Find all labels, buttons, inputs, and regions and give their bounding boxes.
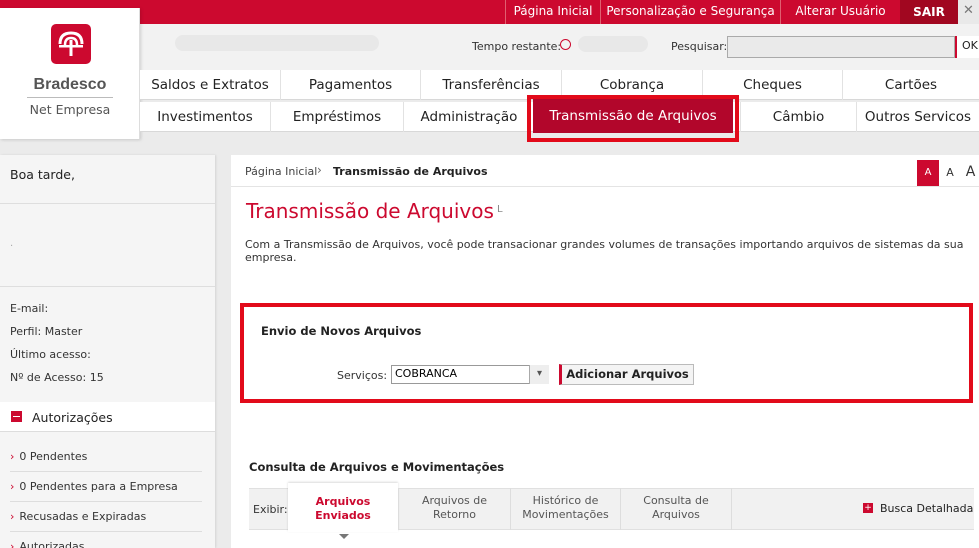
search-label: Pesquisar:: [671, 40, 728, 53]
auth-item-label: Recusadas e Expiradas: [19, 510, 147, 523]
chevron-right-icon: ›: [10, 540, 15, 548]
breadcrumb-home-link[interactable]: Página Inicial: [245, 165, 317, 178]
collapse-icon[interactable]: [11, 411, 22, 422]
consulta-title: Consulta de Arquivos e Movimentações: [249, 460, 505, 474]
font-size-medium-button[interactable]: A: [941, 160, 959, 186]
tab-label-line1: Histórico de: [532, 494, 599, 507]
font-size-large-button[interactable]: A: [962, 158, 979, 184]
sidebar-divider: [0, 286, 215, 287]
services-label: Serviços:: [337, 369, 388, 382]
chevron-down-icon[interactable]: ▾: [529, 365, 549, 384]
nav-saldos[interactable]: Saldos e Extratos: [140, 70, 280, 100]
services-select[interactable]: COBRANCA: [391, 365, 549, 384]
logo-name: Bradesco: [33, 76, 107, 93]
chevron-right-icon: ›: [10, 450, 15, 463]
info-ultimo-acesso: Último acesso:: [10, 348, 91, 361]
chevron-right-icon: ›: [10, 480, 15, 493]
auth-item-recusadas[interactable]: › Recusadas e Expiradas: [10, 502, 202, 532]
nav-highlight-box: [527, 95, 739, 142]
auth-item-autorizadas[interactable]: › Autorizadas: [10, 532, 202, 548]
auth-item-pendentes[interactable]: › 0 Pendentes: [10, 442, 202, 472]
blurred-company-field: [175, 35, 379, 51]
search-ok-button[interactable]: OK: [955, 36, 979, 58]
nav-investimentos[interactable]: Investimentos: [140, 102, 270, 132]
envio-title: Envio de Novos Arquivos: [261, 324, 422, 338]
personalization-link[interactable]: Personalização e Segurança: [600, 0, 780, 24]
greeting: Boa tarde,: [10, 167, 75, 182]
font-size-small-button[interactable]: A: [917, 160, 939, 186]
chevron-right-icon: ›: [10, 510, 15, 523]
page-title: Transmissão de Arquivos: [246, 199, 494, 223]
tab-label-line1: Arquivos: [315, 495, 371, 508]
page-description: Com a Transmissão de Arquivos, você pode…: [245, 238, 964, 264]
caret-down-icon: [339, 534, 349, 539]
busca-detalhada-link[interactable]: Busca Detalhada: [880, 502, 973, 515]
tab-consulta-arquivos[interactable]: Consulta de Arquivos: [620, 488, 732, 530]
authorizations-label[interactable]: Autorizações: [32, 410, 113, 425]
change-user-link[interactable]: Alterar Usuário: [780, 0, 900, 24]
tab-label-line1: Arquivos de: [421, 494, 488, 507]
nav-outros-servicos[interactable]: Outros Servicos: [856, 102, 979, 132]
logo-subtitle: Net Empresa: [29, 102, 111, 117]
search-input[interactable]: [727, 36, 955, 58]
nav-cambio[interactable]: Câmbio: [740, 102, 856, 132]
nav-administracao[interactable]: Administração: [403, 102, 534, 132]
plus-icon[interactable]: +: [863, 503, 873, 513]
add-files-button[interactable]: Adicionar Arquivos: [559, 364, 694, 385]
nav-pagamentos[interactable]: Pagamentos: [280, 70, 420, 100]
title-mark: L: [497, 204, 503, 215]
page: Página Inicial Personalização e Seguranç…: [0, 0, 979, 548]
logout-button[interactable]: SAIR: [900, 0, 958, 24]
bradesco-logo-icon: [51, 24, 91, 64]
exibir-label: Exibir:: [253, 503, 288, 516]
blurred-timer-value: [578, 36, 648, 52]
tab-label-line2: Retorno: [433, 508, 476, 521]
tab-arquivos-enviados[interactable]: Arquivos Enviados: [288, 483, 398, 532]
auth-item-label: 0 Pendentes para a Empresa: [19, 480, 178, 493]
sidebar-divider: [0, 203, 215, 204]
timer-label: Tempo restante:: [472, 40, 562, 53]
user-name-placeholder: .: [10, 238, 14, 249]
tab-label-line2: Enviados: [315, 509, 371, 522]
chevron-right-icon: ›: [317, 163, 322, 177]
logo-divider: [27, 97, 113, 98]
info-email: E-mail:: [10, 302, 49, 315]
info-perfil: Perfil: Master: [10, 325, 83, 338]
tab-historico-movimentacoes[interactable]: Histórico de Movimentações: [510, 488, 620, 530]
breadcrumb-current: Transmissão de Arquivos: [333, 165, 488, 178]
nav-emprestimos[interactable]: Empréstimos: [270, 102, 403, 132]
tab-label-line2: Arquivos: [652, 508, 700, 521]
tab-label-line1: Consulta de: [643, 494, 709, 507]
auth-item-label: 0 Pendentes: [19, 450, 88, 463]
top-bar: Página Inicial Personalização e Seguranç…: [0, 0, 979, 24]
envio-highlight-box: [240, 303, 973, 403]
auth-item-label: Autorizadas: [19, 540, 85, 548]
tab-label-line2: Movimentações: [522, 508, 609, 521]
nav-cartoes[interactable]: Cartões: [842, 70, 979, 100]
home-link[interactable]: Página Inicial: [505, 0, 600, 24]
info-numero-acesso: Nº de Acesso: 15: [10, 371, 104, 384]
tab-arquivos-retorno[interactable]: Arquivos de Retorno: [398, 488, 510, 530]
auth-item-pendentes-empresa[interactable]: › 0 Pendentes para a Empresa: [10, 472, 202, 502]
clock-icon: [560, 39, 571, 50]
close-icon[interactable]: ✕: [958, 0, 979, 24]
